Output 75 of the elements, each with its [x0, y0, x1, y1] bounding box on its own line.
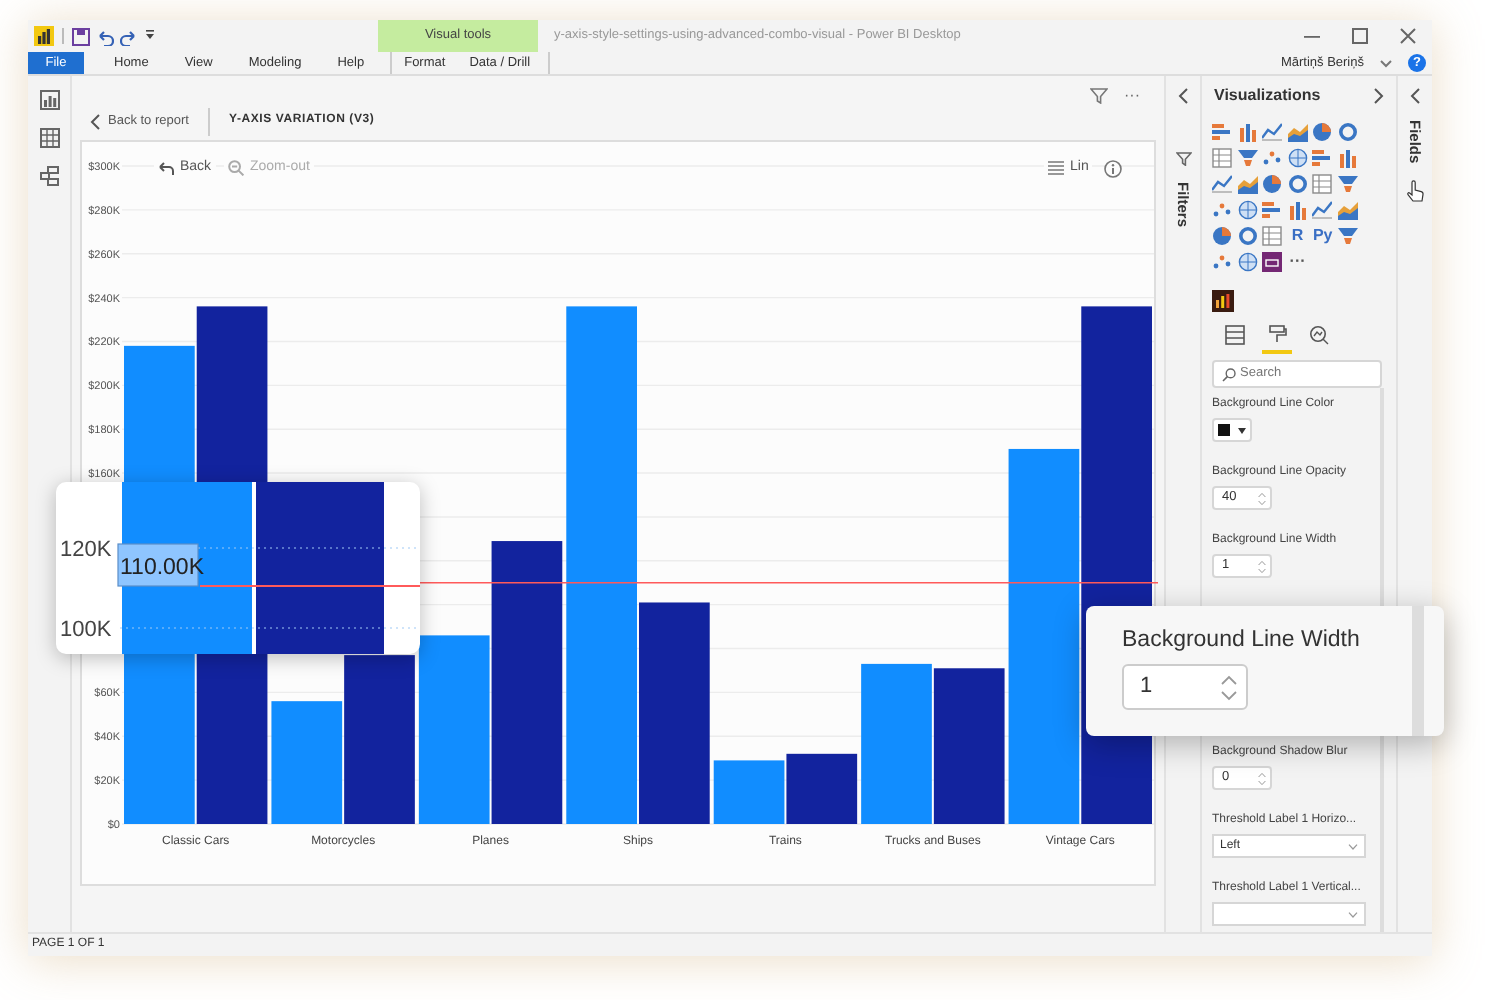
chevron-down-icon[interactable]	[1380, 59, 1392, 67]
tab-icon	[1224, 324, 1246, 346]
more-options-button[interactable]: ···	[1124, 87, 1140, 103]
visual-type-icon[interactable]	[1262, 200, 1283, 220]
visual-type-icon[interactable]	[1262, 174, 1283, 194]
maximize-icon[interactable]	[1352, 28, 1368, 44]
chevron-down-icon	[1348, 843, 1358, 849]
dropdown-field[interactable]	[1212, 902, 1366, 926]
collapse-icon[interactable]	[1178, 88, 1188, 104]
collapse-icon[interactable]	[1410, 88, 1420, 104]
visual-type-icon[interactable]	[1337, 174, 1358, 194]
visual-type-icon[interactable]	[1337, 122, 1358, 142]
visual-type-icon[interactable]	[1287, 174, 1308, 194]
color-picker[interactable]	[1212, 418, 1252, 442]
visual-type-icon[interactable]	[1337, 200, 1358, 220]
visual-type-icon[interactable]	[1237, 148, 1258, 168]
hand-cursor-icon	[1406, 179, 1424, 202]
back-arrow-icon	[158, 161, 174, 176]
tab-icon	[1308, 324, 1330, 346]
bar[interactable]	[786, 753, 858, 824]
visual-type-icon[interactable]	[1212, 252, 1232, 272]
number-field[interactable]: 1	[1122, 664, 1248, 710]
setting-label: Background Line Width	[1122, 626, 1360, 656]
visual-type-button[interactable]: R	[1287, 226, 1308, 246]
visual-type-icon[interactable]	[1237, 200, 1258, 220]
visual-type-icon[interactable]	[1212, 226, 1232, 246]
y-axis-label: 120K	[60, 538, 112, 562]
search-icon	[1222, 367, 1236, 381]
filter-icon	[1175, 152, 1191, 166]
visual-type-icon[interactable]	[1262, 122, 1283, 142]
visual-type-icon[interactable]	[1312, 122, 1333, 142]
y-axis-label: 100K	[60, 618, 112, 642]
save-icon[interactable]	[72, 27, 90, 45]
visual-type-icon[interactable]	[1262, 252, 1283, 272]
visual-type-icon[interactable]	[1212, 200, 1232, 220]
redo-icon[interactable]	[120, 27, 138, 45]
visual-type-icon[interactable]	[1337, 226, 1358, 246]
caret-icon	[1238, 427, 1246, 433]
custom-visual-icon[interactable]	[1212, 290, 1234, 312]
model-view-icon[interactable]	[39, 166, 59, 186]
visual-type-icon[interactable]	[1237, 226, 1258, 246]
undo-icon[interactable]	[96, 27, 114, 45]
spinner-arrows-icon	[1220, 673, 1238, 701]
visual-type-icon[interactable]	[1287, 122, 1308, 142]
visual-type-icon[interactable]	[1287, 200, 1308, 220]
visual-type-icon[interactable]	[1237, 252, 1258, 272]
spinner-arrows-icon	[1258, 771, 1266, 785]
customize-icon[interactable]	[144, 28, 156, 44]
app-logo-icon	[34, 26, 54, 46]
expand-icon[interactable]	[1374, 88, 1384, 104]
report-view-icon[interactable]	[39, 90, 59, 110]
tab-icon	[1266, 324, 1288, 346]
zoom-out-icon	[228, 160, 244, 177]
visual-type-icon[interactable]	[1287, 148, 1308, 168]
visual-type-icon[interactable]	[1312, 200, 1333, 220]
filter-icon[interactable]	[1090, 87, 1108, 103]
spinner-arrows-icon	[1258, 491, 1266, 505]
visual-type-icon[interactable]	[1237, 122, 1258, 142]
table-view-icon[interactable]	[39, 128, 59, 148]
visual-type-icon[interactable]	[1312, 148, 1333, 168]
visual-type-icon[interactable]	[1212, 122, 1232, 142]
chevron-left-icon	[90, 113, 100, 129]
info-icon[interactable]	[1104, 160, 1122, 178]
chevron-down-icon	[1348, 911, 1358, 917]
close-icon[interactable]	[1400, 28, 1416, 44]
visual-type-icon[interactable]	[1262, 148, 1283, 168]
visual-type-icon[interactable]	[1337, 148, 1358, 168]
visual-type-icon[interactable]	[1212, 174, 1232, 194]
spinner-arrows-icon	[1258, 559, 1266, 573]
visual-type-icon[interactable]	[1237, 174, 1258, 194]
list-icon	[1048, 160, 1064, 177]
visual-type-button[interactable]: Py	[1312, 226, 1333, 246]
pane-title: Visualizations	[1214, 84, 1321, 108]
more-visuals-button[interactable]: ···	[1287, 252, 1308, 272]
format-tab[interactable]	[1262, 324, 1292, 354]
